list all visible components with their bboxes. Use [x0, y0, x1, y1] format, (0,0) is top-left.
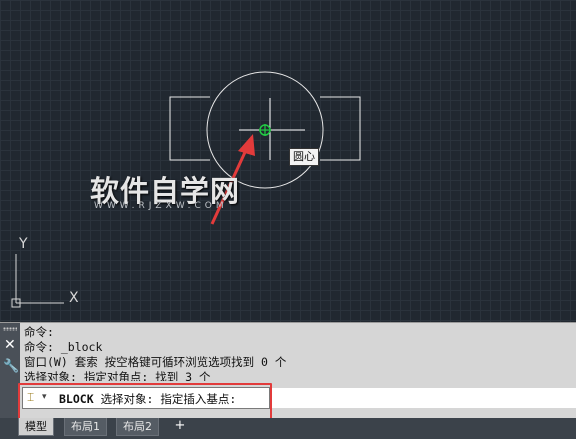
chevron-down-icon[interactable]: ▾ [42, 392, 47, 402]
osnap-tooltip: 圆心 [289, 148, 319, 166]
command-input-area[interactable] [270, 388, 576, 408]
add-layout-icon[interactable]: + [172, 418, 188, 434]
left-rectangle[interactable] [169, 96, 210, 161]
command-prompt-text: BLOCK 选择对象: 指定插入基点: [59, 391, 236, 407]
history-line: 命令: _block [24, 340, 103, 354]
right-rectangle[interactable] [320, 96, 361, 161]
history-line: 选择对象: 指定对角点: 找到 3 个 [24, 370, 211, 381]
ucs-y-label: Y [18, 236, 28, 252]
watermark-subtitle: WWW.RJZXW.COM [94, 201, 228, 211]
drawing-canvas[interactable]: Y X 圆心 软件自学网 WWW.RJZXW.COM [0, 0, 576, 322]
layout-tab-bar: 模型 布局1 布局2 + [0, 418, 576, 439]
center-snap-marker-icon [259, 124, 271, 136]
command-input[interactable]: ⌶ ▾ BLOCK 选择对象: 指定插入基点: [22, 387, 270, 409]
ucs-axis-icon [11, 254, 64, 308]
history-line: 命令: [24, 325, 54, 339]
prompt-command-name: BLOCK [59, 392, 94, 406]
tab-layout1[interactable]: 布局1 [64, 418, 107, 436]
prompt-message: 选择对象: 指定插入基点: [100, 392, 237, 406]
close-icon[interactable]: ✕ [4, 337, 16, 353]
drawing-geometry: Y X [11, 71, 361, 308]
command-panel-grip[interactable]: ✕ 🔧 [0, 323, 20, 429]
tab-layout2[interactable]: 布局2 [116, 418, 159, 436]
command-history: 命令: 命令: _block 窗口(W) 套索 按空格键可循环浏览选项找到 0 … [24, 325, 572, 381]
command-line-panel: ✕ 🔧 命令: 命令: _block 窗口(W) 套索 按空格键可循环浏览选项找… [0, 322, 576, 429]
history-line: 窗口(W) 套索 按空格键可循环浏览选项找到 0 个 [24, 355, 287, 369]
grip-dots-icon [3, 327, 17, 331]
command-prompt-icon[interactable]: ⌶ [27, 390, 34, 405]
tab-model[interactable]: 模型 [18, 418, 54, 436]
wrench-icon[interactable]: 🔧 [3, 359, 19, 374]
ucs-x-label: X [69, 290, 79, 306]
